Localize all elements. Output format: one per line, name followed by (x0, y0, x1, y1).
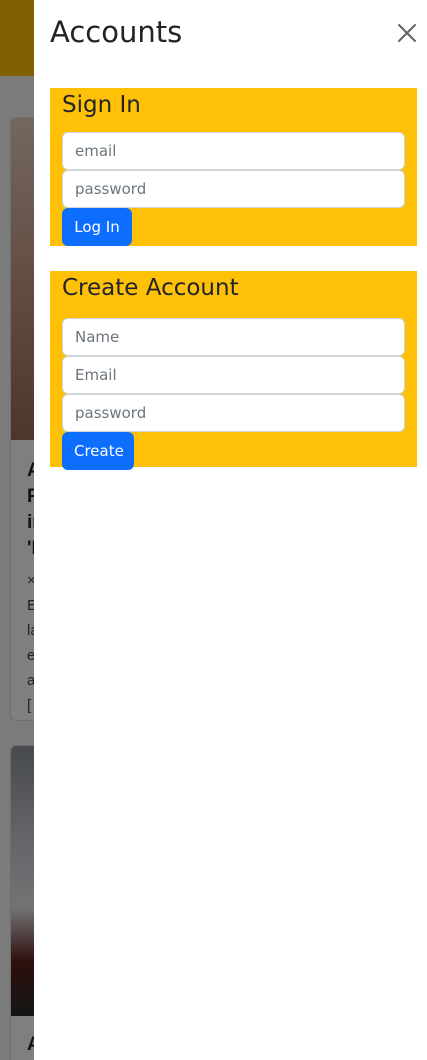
drawer-title: Accounts (50, 15, 183, 49)
sign-in-password-input[interactable] (62, 170, 405, 208)
sign-in-form: Log In (62, 132, 405, 246)
close-icon (396, 22, 418, 44)
create-button[interactable]: Create (62, 432, 134, 470)
create-email-input[interactable] (62, 356, 405, 394)
create-name-input[interactable] (62, 318, 405, 356)
create-account-form: Create (62, 318, 405, 470)
create-account-panel: Create Account Create (50, 271, 417, 470)
close-button[interactable] (396, 22, 418, 44)
sign-in-email-input[interactable] (62, 132, 405, 170)
sign-in-heading: Sign In (62, 92, 141, 118)
accounts-drawer: Accounts Sign In Log In Create Account C… (34, 0, 427, 1060)
log-in-button[interactable]: Log In (62, 208, 132, 246)
create-account-heading: Create Account (62, 275, 239, 301)
create-password-input[interactable] (62, 394, 405, 432)
sign-in-panel: Sign In Log In (50, 88, 417, 246)
